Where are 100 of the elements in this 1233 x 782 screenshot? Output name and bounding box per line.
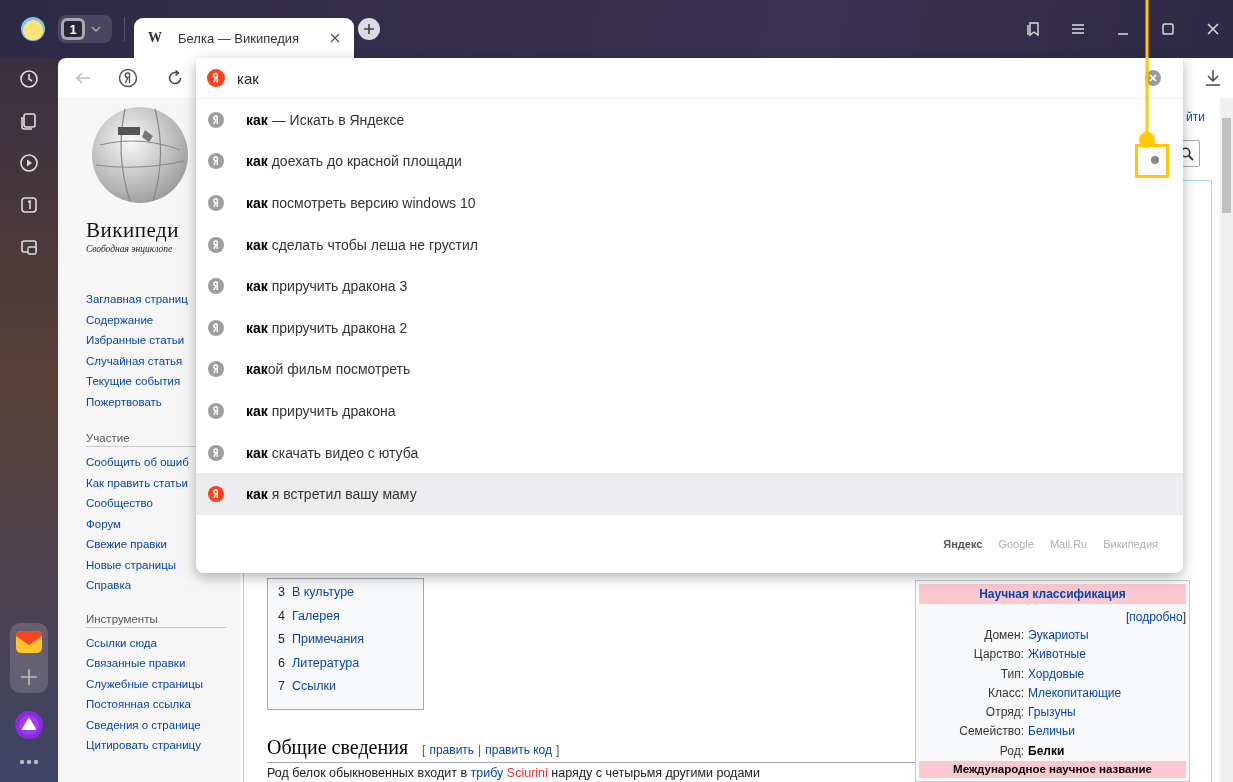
taxon-label: Класс: — [987, 684, 1024, 702]
nav-link[interactable]: Постоянная ссылка — [86, 694, 191, 715]
taxon-value: Белки — [1028, 742, 1065, 760]
nav-link[interactable]: Содержание — [86, 309, 154, 330]
logo-icon — [208, 444, 224, 461]
taxon-link[interactable]: Млекопитающие — [1028, 683, 1122, 704]
suggestion-item[interactable]: как доехать до красной площади — [196, 140, 1183, 183]
taxon-label: Отряд: — [984, 704, 1024, 722]
envelope-icon[interactable] — [15, 630, 43, 654]
nav-link[interactable]: Сведения о странице — [86, 714, 201, 735]
suggestion-item[interactable]: как приручить дракона 3 — [196, 265, 1183, 307]
suggestion-item[interactable]: как я встретил вашу маму — [196, 473, 1183, 515]
details-link[interactable]: подробно — [1129, 610, 1183, 624]
nav-link[interactable]: Служебные страницы — [86, 673, 204, 694]
logo-icon — [208, 195, 224, 211]
tab-square-icon[interactable] — [19, 195, 39, 215]
bracket-text: ] — [1182, 610, 1186, 624]
contents-number: 3 — [278, 584, 285, 601]
nav-link[interactable]: Пожертвовать — [86, 391, 162, 412]
infobox-header[interactable]: Научная классификация — [919, 584, 1186, 604]
logo-icon — [208, 486, 224, 503]
logo-icon — [208, 153, 224, 170]
login-link[interactable]: йти — [1186, 109, 1205, 125]
screen-icon[interactable] — [19, 237, 39, 257]
taxon-link[interactable]: Животные — [1028, 645, 1086, 665]
plus-icon[interactable] — [20, 668, 38, 686]
nav-link[interactable]: Форум — [86, 513, 121, 534]
search-engine-link[interactable]: Яндекс — [943, 537, 983, 550]
suggestion-item[interactable]: как сделать чтобы леша не грустил — [196, 223, 1183, 266]
bracket-text: ] — [556, 742, 560, 757]
contents-link[interactable]: Галерея — [291, 604, 340, 628]
nav-link[interactable]: Справка — [86, 575, 132, 596]
site-subtitle: Свободная энциклопе — [86, 243, 173, 255]
globe-logo-icon[interactable] — [90, 105, 190, 205]
nav-link[interactable]: Ссылки сюда — [86, 632, 157, 653]
suggestion-item[interactable]: как — Искать в Яндексе — [196, 99, 1183, 141]
dot-icon[interactable] — [1151, 156, 1159, 164]
contents-number: 4 — [278, 607, 285, 625]
scrollbar-thumb[interactable] — [1222, 118, 1231, 213]
taxon-label: Семейство: — [958, 723, 1024, 741]
logo-icon[interactable] — [116, 66, 140, 90]
bracket-text: [ — [422, 742, 426, 757]
nav-link[interactable]: Случайная статья — [86, 350, 183, 371]
logo-icon — [207, 69, 225, 87]
contents-link[interactable]: Литература — [291, 651, 360, 675]
contents-link[interactable]: Ссылки — [291, 675, 336, 699]
plus-icon — [363, 23, 375, 35]
nav-link[interactable]: Свежие правки — [86, 534, 167, 555]
taxon-link[interactable]: Грызуны — [1028, 703, 1076, 723]
taxon-link[interactable]: Хордовые — [1028, 664, 1085, 684]
assistant-icon[interactable] — [15, 711, 43, 739]
clock-icon[interactable] — [19, 69, 39, 89]
nav-link[interactable]: Текущие события — [86, 371, 181, 392]
suggestion-item[interactable]: как приручить дракона — [196, 390, 1183, 432]
logo-icon — [208, 402, 224, 419]
nav-link[interactable]: Сообщить об ошиб — [86, 452, 189, 473]
separator-text: | — [478, 742, 482, 757]
contents-link[interactable]: В культуре — [291, 581, 355, 605]
contents-link[interactable]: Примечания — [291, 628, 365, 652]
edit-link[interactable]: править код — [485, 742, 553, 757]
browser-tab[interactable]: W Белка — Википедия — [134, 18, 354, 58]
taxon-label: Род: — [998, 742, 1024, 760]
bracket-text: [ — [1125, 610, 1130, 624]
nav-link[interactable]: Заглавная страниц — [86, 289, 188, 310]
contents-number: 6 — [278, 654, 285, 672]
nav-link[interactable]: Цитировать страницу — [86, 735, 201, 756]
article-link[interactable]: трибу — [470, 765, 504, 780]
contents-number: 7 — [278, 678, 285, 695]
suggestion-item[interactable]: как приручить дракона 2 — [196, 306, 1183, 349]
documents-icon[interactable] — [19, 111, 39, 131]
nav-link[interactable]: Связанные правки — [86, 653, 186, 674]
nav-link[interactable]: Сообщество — [86, 493, 153, 514]
avatar-icon[interactable] — [21, 17, 45, 41]
new-tab-button[interactable] — [358, 18, 380, 40]
scrollbar[interactable] — [1220, 98, 1233, 782]
clear-icon[interactable] — [1144, 69, 1162, 87]
infobox-header: Международное научное название — [919, 761, 1186, 779]
missing-article-link[interactable]: Sciurini — [506, 765, 548, 780]
nav-link[interactable]: Новые страницы — [86, 554, 177, 575]
taxon-link[interactable]: Беличьи — [1028, 722, 1076, 742]
suggestion-item[interactable]: какой фильм посмотреть — [196, 348, 1183, 391]
taxon-link[interactable]: Эукариоты — [1028, 626, 1089, 646]
tab-counter-button[interactable]: 1 — [58, 15, 112, 43]
logo-icon — [208, 319, 224, 336]
suggestion-item[interactable]: как посмотреть версию windows 10 — [196, 182, 1183, 224]
taxon-label: Домен: — [983, 627, 1024, 644]
more-icon[interactable] — [19, 759, 39, 765]
address-field[interactable]: как — [237, 66, 1144, 90]
logo-icon — [208, 111, 224, 128]
contents-number: 5 — [278, 631, 285, 648]
nav-link[interactable]: Избранные статьи — [86, 330, 185, 351]
play-icon[interactable] — [19, 153, 39, 173]
taxon-label: Царство: — [972, 646, 1024, 664]
article-paragraph: Род белок обыкновенных входит в трибу Sciurini наряду с четырьмя другими родами — [267, 765, 760, 781]
edit-link[interactable]: править — [429, 742, 475, 757]
logo-icon — [208, 278, 224, 295]
site-title: Википеди — [86, 218, 179, 242]
nav-link[interactable]: Как править статьи — [86, 472, 189, 493]
section-heading: Инструменты — [86, 610, 226, 628]
close-icon[interactable] — [330, 33, 340, 43]
